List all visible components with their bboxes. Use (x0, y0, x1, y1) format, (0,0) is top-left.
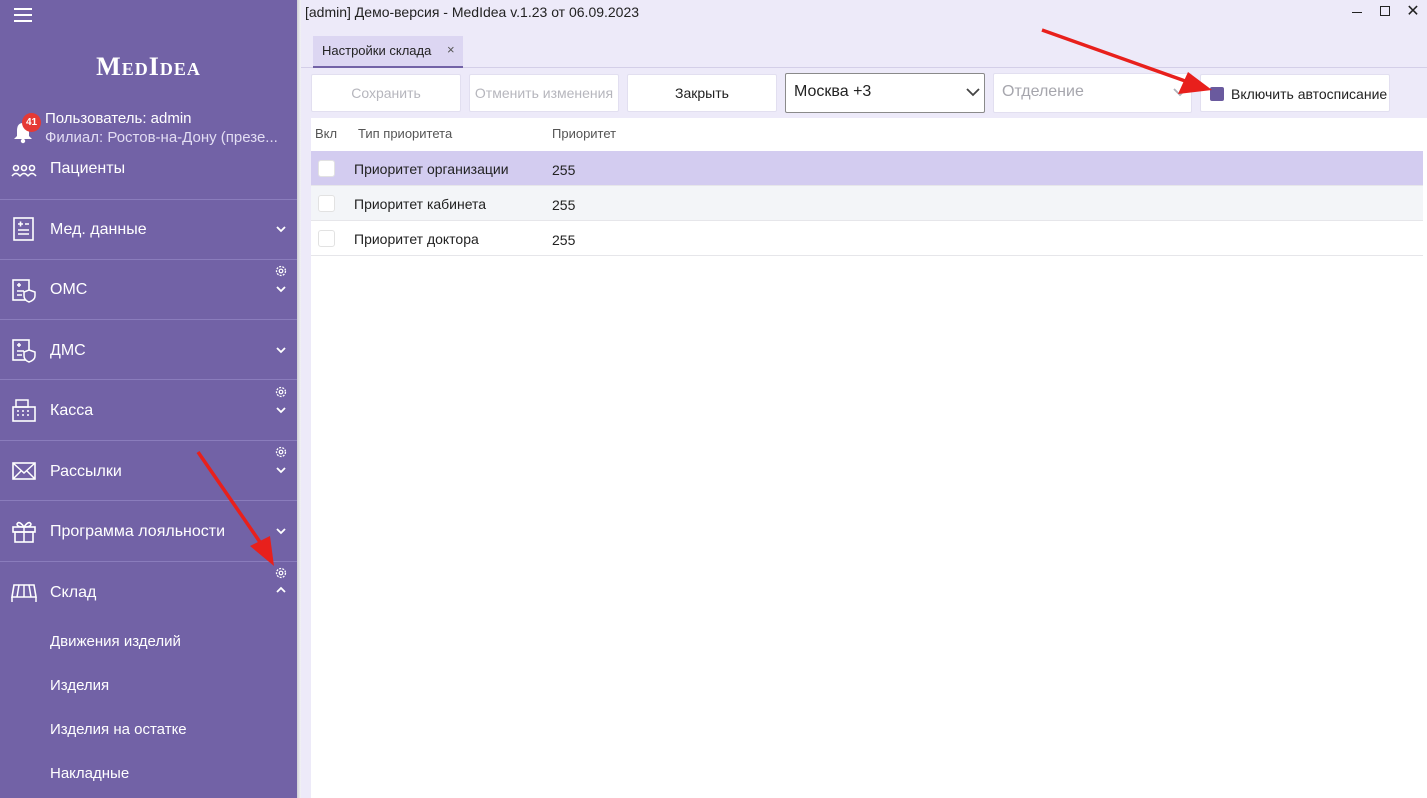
close-button[interactable]: Закрыть (627, 74, 777, 112)
table-row[interactable]: Приоритет кабинета 255 (311, 186, 1423, 221)
gear-icon[interactable] (274, 264, 288, 278)
window-titlebar: [admin] Демо-версия - MedIdea v.1.23 от … (301, 0, 1427, 24)
row-enabled-checkbox[interactable] (318, 230, 335, 247)
sidebar-item-dms[interactable]: ДМС (0, 320, 297, 380)
sidebar-item-medical-data[interactable]: Мед. данные (0, 200, 297, 260)
dms-icon (12, 339, 36, 363)
app-logo: MedIdea (96, 52, 201, 81)
column-header-enabled[interactable]: Вкл (315, 126, 337, 141)
row-type: Приоритет доктора (354, 231, 479, 247)
hamburger-menu-icon[interactable] (14, 8, 32, 24)
chevron-down-icon[interactable] (275, 466, 287, 474)
table-header: Вкл Тип приоритета Приоритет (311, 118, 1423, 151)
table-row[interactable]: Приоритет организации 255 (311, 151, 1423, 186)
toolbar: Сохранить Отменить изменения Закрыть Мос… (301, 68, 1427, 118)
close-tab-icon[interactable]: × (447, 42, 455, 57)
sidebar-item-label: ОМС (50, 281, 88, 298)
user-label: Пользователь: admin (45, 110, 192, 127)
cancel-changes-button[interactable]: Отменить изменения (469, 74, 619, 112)
row-type: Приоритет организации (354, 161, 509, 177)
row-enabled-checkbox[interactable] (318, 160, 335, 177)
chevron-down-icon (1173, 88, 1187, 97)
timezone-select[interactable]: Москва +3 (785, 73, 985, 113)
maximize-icon (1380, 6, 1390, 16)
tab-bar: Настройки склада × (301, 24, 1427, 68)
sidebar-item-warehouse[interactable]: Склад (0, 562, 297, 622)
row-priority: 255 (552, 162, 576, 178)
autowriteoff-label: Включить автосписание (1231, 86, 1388, 102)
chevron-down-icon[interactable] (275, 406, 287, 414)
row-priority: 255 (552, 232, 576, 248)
sidebar-subitem-stock[interactable]: Изделия на остатке (50, 721, 187, 738)
chevron-down-icon (966, 88, 980, 97)
column-header-priority[interactable]: Приоритет (552, 126, 616, 141)
sidebar-item-label: Пациенты (50, 160, 126, 177)
row-type: Приоритет кабинета (354, 196, 487, 212)
tab-warehouse-settings[interactable]: Настройки склада × (313, 36, 463, 68)
sidebar-item-loyalty[interactable]: Программа лояльности (0, 502, 297, 562)
mail-icon (12, 462, 36, 480)
chevron-down-icon[interactable] (275, 527, 287, 535)
notification-badge: 41 (22, 113, 41, 132)
window-title: [admin] Демо-версия - MedIdea v.1.23 от … (305, 4, 640, 20)
warehouse-icon (11, 584, 37, 602)
save-button[interactable]: Сохранить (311, 74, 461, 112)
minimize-button[interactable] (1347, 2, 1367, 22)
sidebar-item-oms[interactable]: ОМС (0, 260, 297, 320)
column-header-type[interactable]: Тип приоритета (358, 126, 452, 141)
gear-icon[interactable] (274, 385, 288, 399)
sidebar-item-mailings[interactable]: Рассылки (0, 441, 297, 501)
cash-register-icon (12, 399, 36, 422)
gear-icon[interactable] (274, 445, 288, 459)
oms-icon (12, 279, 36, 303)
autowriteoff-toggle[interactable]: Включить автосписание (1200, 74, 1390, 112)
main-area: [admin] Демо-версия - MedIdea v.1.23 от … (301, 0, 1427, 798)
patients-icon (11, 164, 37, 177)
content-margin (301, 118, 311, 798)
department-placeholder: Отделение (1002, 83, 1084, 100)
sidebar-subitem-movements[interactable]: Движения изделий (50, 633, 181, 650)
timezone-value: Москва +3 (794, 83, 872, 100)
chevron-down-icon[interactable] (275, 285, 287, 293)
chevron-down-icon[interactable] (275, 346, 287, 354)
sidebar-subitem-products[interactable]: Изделия (50, 677, 109, 694)
sidebar-item-label: Мед. данные (50, 221, 147, 238)
sidebar-item-label: ДМС (50, 342, 86, 359)
medical-data-icon (13, 217, 34, 241)
sidebar-subitem-invoices[interactable]: Накладные (50, 765, 129, 782)
sidebar-item-label: Рассылки (50, 463, 122, 480)
chevron-up-icon[interactable] (275, 586, 287, 594)
sidebar-item-label: Склад (50, 584, 97, 601)
gear-icon[interactable] (274, 566, 288, 580)
tab-label: Настройки склада (322, 43, 432, 58)
sidebar-item-patients[interactable]: Пациенты (0, 140, 297, 200)
minimize-icon (1352, 12, 1362, 13)
sidebar: MedIdea 41 Пользователь: admin Филиал: Р… (0, 0, 297, 798)
sidebar-item-label: Программа лояльности (50, 523, 226, 540)
close-window-button[interactable]: ✕ (1403, 2, 1423, 22)
row-priority: 255 (552, 197, 576, 213)
department-select[interactable]: Отделение (993, 73, 1192, 113)
autowriteoff-checkbox[interactable] (1210, 87, 1224, 101)
maximize-button[interactable] (1375, 2, 1395, 22)
sidebar-item-label: Касса (50, 402, 94, 419)
sidebar-item-cash[interactable]: Касса (0, 381, 297, 441)
gift-icon (12, 521, 36, 543)
chevron-down-icon[interactable] (275, 225, 287, 233)
row-enabled-checkbox[interactable] (318, 195, 335, 212)
table-row[interactable]: Приоритет доктора 255 (311, 221, 1423, 256)
